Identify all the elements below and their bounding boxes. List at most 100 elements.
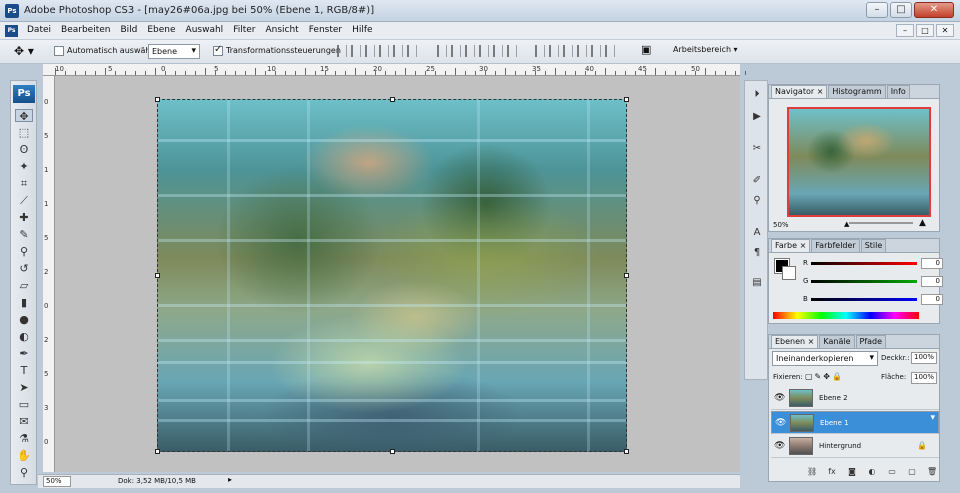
stamp-tool[interactable]: ⚲ — [15, 245, 33, 258]
layers-action-button[interactable]: 🗑 — [927, 467, 937, 477]
menu-bearbeiten[interactable]: Bearbeiten — [56, 24, 115, 36]
navigator-thumbnail[interactable] — [787, 107, 931, 217]
menu-auswahl[interactable]: Auswahl — [181, 24, 229, 36]
navigator-tab-1[interactable]: Histogramm — [828, 85, 886, 98]
layers-tab-0[interactable]: Ebenen × — [771, 335, 819, 348]
blend-mode-dropdown[interactable]: Ineinanderkopieren — [772, 351, 878, 366]
fill-field[interactable]: 100% — [911, 372, 937, 384]
auto-select-dropdown[interactable]: Ebene — [148, 44, 200, 59]
color-tab-2[interactable]: Stile — [860, 239, 887, 252]
transform-handle[interactable] — [155, 97, 160, 102]
doc-minimize-button[interactable]: – — [896, 24, 914, 37]
color-tab-1[interactable]: Farbfelder — [811, 239, 860, 252]
menu-ansicht[interactable]: Ansicht — [260, 24, 303, 36]
dodge-tool[interactable]: ◐ — [15, 330, 33, 343]
color-spectrum-bar[interactable] — [773, 312, 919, 319]
visibility-eye-icon[interactable]: 👁 — [774, 441, 785, 451]
move-tool-preset-icon[interactable]: ✥ ▾ — [14, 44, 40, 60]
channel-value[interactable]: 0 — [921, 258, 943, 269]
navigator-tab-0[interactable]: Navigator × — [771, 85, 828, 98]
close-button[interactable]: ✕ — [914, 2, 954, 18]
blur-tool[interactable]: ● — [15, 313, 33, 326]
transform-handle[interactable] — [155, 273, 160, 278]
layers-action-button[interactable]: fx — [827, 467, 837, 477]
channel-value[interactable]: 0 — [921, 294, 943, 305]
lock-buttons[interactable]: ▢✎✥🔒 — [805, 372, 844, 381]
menu-bild[interactable]: Bild — [115, 24, 142, 36]
minimize-button[interactable]: – — [866, 2, 888, 18]
channel-value[interactable]: 0 — [921, 276, 943, 287]
canvas-area[interactable] — [55, 76, 740, 472]
opacity-field[interactable]: 100% — [911, 352, 937, 364]
layers-action-button[interactable]: ⛓ — [807, 467, 817, 477]
transform-handle[interactable] — [624, 273, 629, 278]
menu-filter[interactable]: Filter — [228, 24, 260, 36]
transform-handle[interactable] — [390, 97, 395, 102]
zoom-out-icon[interactable]: ▲ — [844, 220, 849, 228]
auto-select-checkbox[interactable] — [54, 46, 64, 56]
background-color-swatch[interactable] — [782, 266, 796, 280]
color-tab-0[interactable]: Farbe × — [771, 239, 811, 252]
eyedropper-tool[interactable]: ⚗ — [15, 432, 33, 445]
visibility-eye-icon[interactable]: 👁 — [775, 418, 786, 428]
layers-action-button[interactable]: ◙ — [847, 467, 857, 477]
channel-slider[interactable] — [811, 262, 917, 265]
transform-bounding-box[interactable] — [155, 97, 629, 454]
brush-tool[interactable]: ✎ — [15, 228, 33, 241]
channel-slider[interactable] — [811, 298, 917, 301]
doc-close-button[interactable]: ✕ — [936, 24, 954, 37]
layer-row[interactable]: 👁 Hintergrund 🔒 — [771, 435, 939, 458]
actions-icon[interactable]: ▶ — [749, 109, 765, 123]
layers-action-button[interactable]: ▢ — [907, 467, 917, 477]
clone-source-icon[interactable]: ⚲ — [749, 193, 765, 207]
pen-tool[interactable]: ✒ — [15, 347, 33, 360]
shape-tool[interactable]: ▭ — [15, 398, 33, 411]
transform-controls-checkbox[interactable] — [213, 44, 223, 56]
zoom-field[interactable]: 50% — [43, 476, 71, 487]
layers-action-button[interactable]: ▭ — [887, 467, 897, 477]
move-tool[interactable]: ✥ — [15, 109, 33, 123]
navigator-zoom-value[interactable]: 50% — [773, 221, 789, 229]
transform-handle[interactable] — [624, 449, 629, 454]
navigator-zoom-slider[interactable] — [849, 222, 913, 224]
path-selection-tool[interactable]: ➤ — [15, 381, 33, 394]
paragraph-icon[interactable]: ¶ — [749, 245, 765, 259]
brushes-icon[interactable]: ✐ — [749, 173, 765, 187]
distribute-buttons-2[interactable] — [535, 45, 615, 57]
layer-row[interactable]: 👁 Ebene 2 — [771, 387, 939, 410]
character-icon[interactable]: A — [749, 225, 765, 239]
magic-wand-tool[interactable]: ✦ — [15, 160, 33, 173]
zoom-tool[interactable]: ⚲ — [15, 466, 33, 479]
eraser-tool[interactable]: ▱ — [15, 279, 33, 292]
tools-presets-icon[interactable]: ✂ — [749, 141, 765, 155]
menu-datei[interactable]: Datei — [22, 24, 56, 36]
workspace-button[interactable]: Arbeitsbereich ▾ — [673, 45, 738, 54]
transform-handle[interactable] — [624, 97, 629, 102]
slice-tool[interactable]: ⟋ — [15, 194, 33, 207]
history-icon[interactable]: ⏵ — [749, 87, 765, 101]
distribute-buttons[interactable] — [437, 45, 517, 57]
layers-action-button[interactable]: ◐ — [867, 467, 877, 477]
transform-handle[interactable] — [155, 449, 160, 454]
history-brush-tool[interactable]: ↺ — [15, 262, 33, 275]
hand-tool[interactable]: ✋ — [15, 449, 33, 462]
notes-tool[interactable]: ✉ — [15, 415, 33, 428]
status-menu-arrow[interactable]: ▸ — [228, 475, 232, 484]
visibility-eye-icon[interactable]: 👁 — [774, 393, 785, 403]
restore-button[interactable]: □ — [890, 2, 912, 18]
menu-fenster[interactable]: Fenster — [304, 24, 347, 36]
layers-tab-1[interactable]: Kanäle — [819, 335, 855, 348]
layer-row[interactable]: 👁 Ebene 1 — [771, 411, 939, 434]
healing-brush-tool[interactable]: ✚ — [15, 211, 33, 224]
marquee-tool[interactable]: ⬚ — [15, 126, 33, 139]
navigator-tab-2[interactable]: Info — [886, 85, 910, 98]
crop-tool[interactable]: ⌗ — [15, 177, 33, 190]
layer-comps-icon[interactable]: ▤ — [749, 275, 765, 289]
layers-tab-2[interactable]: Pfade — [855, 335, 887, 348]
type-tool[interactable]: T — [15, 364, 33, 377]
transform-handle[interactable] — [390, 449, 395, 454]
menu-hilfe[interactable]: Hilfe — [347, 24, 377, 36]
align-buttons[interactable] — [337, 45, 417, 57]
workspace-icon[interactable]: ▣ — [641, 43, 651, 56]
zoom-in-icon[interactable]: ▲ — [919, 218, 926, 228]
